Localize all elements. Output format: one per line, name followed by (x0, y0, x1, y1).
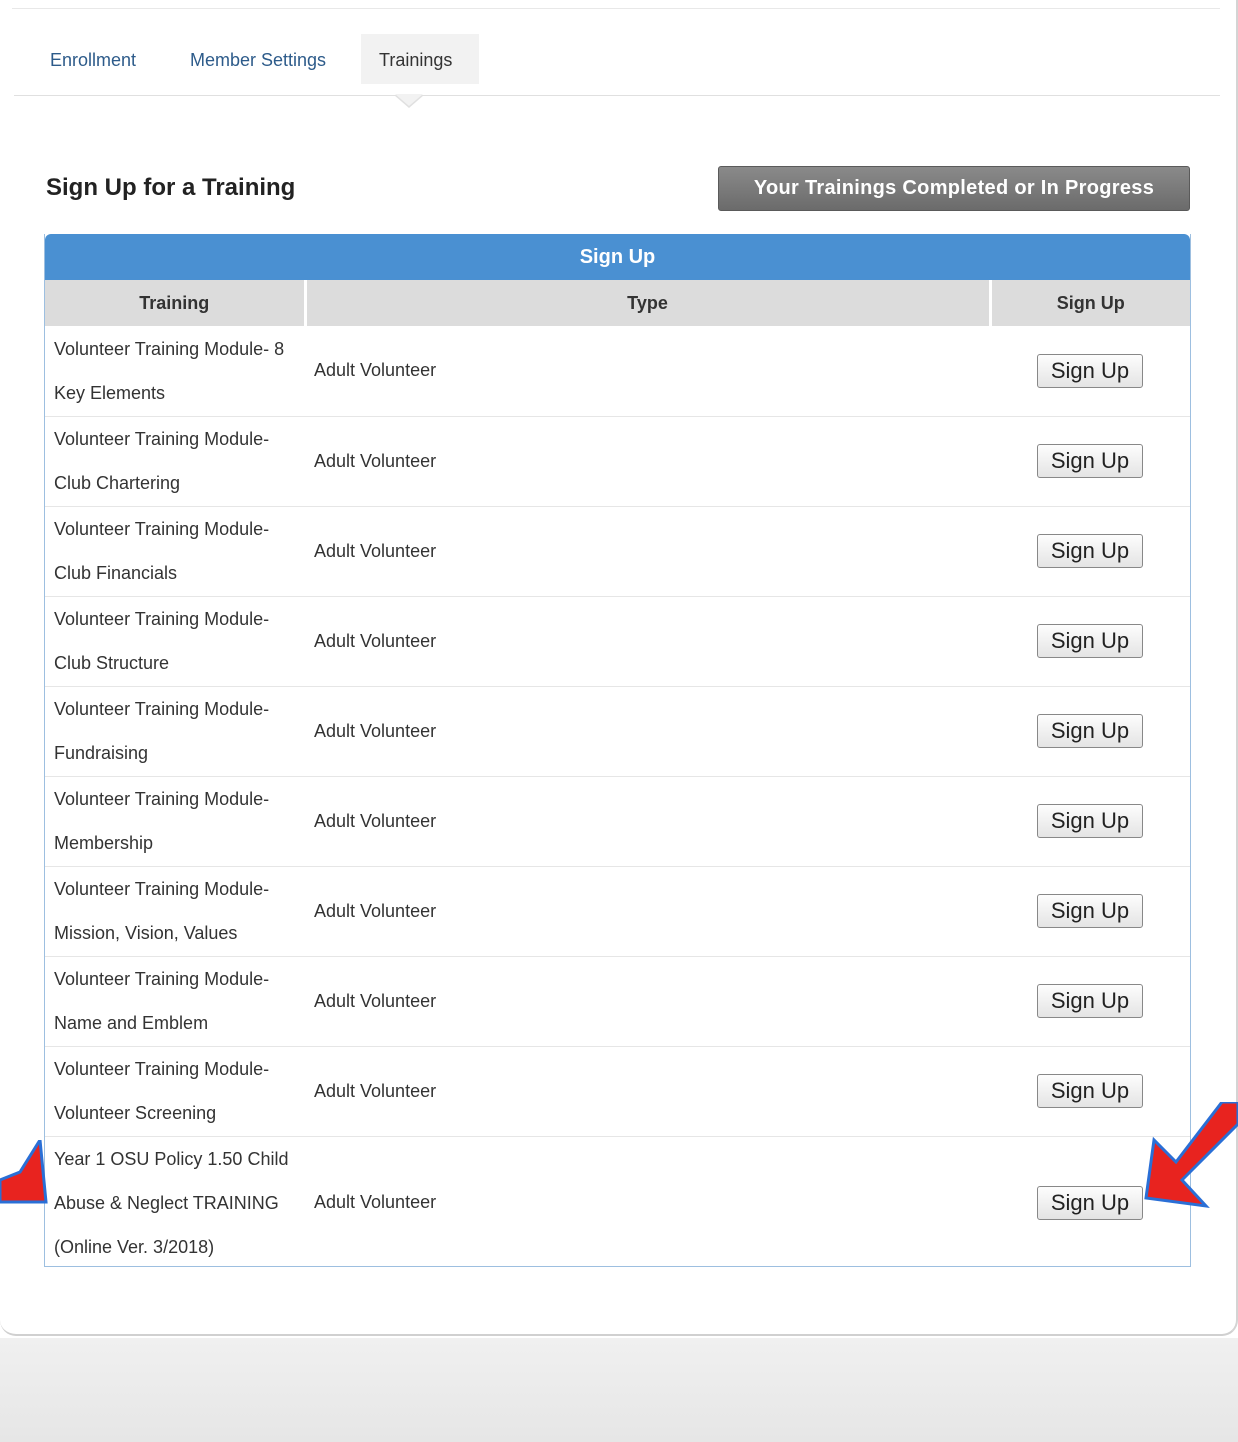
training-name: Volunteer Training Module- Name and Embl… (45, 956, 305, 1047)
sign-up-button[interactable]: Sign Up (1037, 444, 1143, 478)
action-cell: Sign Up (990, 686, 1190, 777)
training-name: Volunteer Training Module- Volunteer Scr… (45, 1046, 305, 1137)
tab-bar: Enrollment Member Settings Trainings (14, 34, 1220, 96)
left-annotation-arrow (0, 1140, 48, 1204)
action-cell: Sign Up (990, 866, 1190, 957)
training-type: Adult Volunteer (305, 686, 990, 777)
trainings-completed-button[interactable]: Your Trainings Completed or In Progress (718, 166, 1190, 211)
trainings-table: Training Type Sign Up Volunteer Training… (45, 280, 1190, 1269)
training-name: Volunteer Training Module- Club Charteri… (45, 416, 305, 507)
table-row: Volunteer Training Module- Club Financia… (45, 506, 1190, 597)
training-type: Adult Volunteer (305, 416, 990, 507)
training-name: Year 1 OSU Policy 1.50 Child Abuse & Neg… (54, 1148, 289, 1257)
action-cell: Sign Up (990, 416, 1190, 507)
left-arrow-shape (0, 1140, 48, 1204)
training-type: Adult Volunteer (305, 596, 990, 687)
training-type: Adult Volunteer (305, 326, 990, 417)
training-name: Volunteer Training Module- Membership (45, 776, 305, 867)
sign-up-button[interactable]: Sign Up (1037, 624, 1143, 658)
table-row: Year 1 OSU Policy 1.50 Child Abuse & Neg… (45, 1136, 1190, 1269)
table-row: Volunteer Training Module- 8 Key Element… (45, 326, 1190, 417)
training-type: Adult Volunteer (305, 506, 990, 597)
sign-up-button[interactable]: Sign Up (1037, 534, 1143, 568)
training-name: Volunteer Training Module- Mission, Visi… (45, 866, 305, 957)
sign-up-button[interactable]: Sign Up (1037, 984, 1143, 1018)
table-caption: Sign Up (45, 234, 1190, 280)
table-row: Volunteer Training Module- Mission, Visi… (45, 866, 1190, 957)
table-row: Volunteer Training Module- Club Charteri… (45, 416, 1190, 507)
column-header-type: Type (305, 280, 992, 326)
sign-up-button[interactable]: Sign Up (1037, 894, 1143, 928)
table-row: Volunteer Training Module- Volunteer Scr… (45, 1046, 1190, 1137)
action-cell: Sign Up (990, 506, 1190, 597)
sign-up-button[interactable]: Sign Up (1037, 1185, 1143, 1220)
tab-enrollment[interactable]: Enrollment (32, 34, 154, 84)
table-row: Volunteer Training Module- Fundraising A… (45, 686, 1190, 777)
action-cell: Sign Up (990, 596, 1190, 687)
action-cell: Sign Up (990, 776, 1190, 867)
page-footer (0, 1338, 1238, 1442)
training-type: Adult Volunteer (305, 956, 990, 1047)
column-header-training: Training (45, 280, 307, 326)
signup-table-container: Sign Up Training Type Sign Up Volunteer … (44, 234, 1191, 1267)
top-divider (12, 8, 1220, 9)
training-name: Volunteer Training Module- Club Structur… (45, 596, 305, 687)
tab-member-settings[interactable]: Member Settings (172, 34, 344, 84)
sign-up-button[interactable]: Sign Up (1037, 353, 1143, 388)
right-annotation-arrow (1144, 1102, 1238, 1209)
sign-up-button[interactable]: Sign Up (1037, 714, 1143, 748)
training-type: Adult Volunteer (305, 866, 990, 957)
training-type: Adult Volunteer (305, 776, 990, 867)
table-header-row: Training Type Sign Up (45, 280, 1190, 326)
right-arrow-shape (1144, 1102, 1238, 1209)
table-row: Volunteer Training Module- Membership Ad… (45, 776, 1190, 867)
table-row: Volunteer Training Module- Name and Embl… (45, 956, 1190, 1047)
training-name: Volunteer Training Module- Fundraising (45, 686, 305, 777)
tab-trainings[interactable]: Trainings (361, 34, 479, 84)
training-type: Adult Volunteer (314, 1192, 437, 1212)
training-name: Volunteer Training Module- 8 Key Element… (45, 326, 305, 417)
page-title: Sign Up for a Training (46, 174, 296, 201)
column-header-sign-up: Sign Up (990, 280, 1190, 326)
sign-up-button[interactable]: Sign Up (1037, 804, 1143, 838)
action-cell: Sign Up (990, 956, 1190, 1047)
sign-up-button[interactable]: Sign Up (1037, 1074, 1143, 1108)
table-row: Volunteer Training Module- Club Structur… (45, 596, 1190, 687)
active-tab-pointer (395, 94, 423, 106)
action-cell: Sign Up (990, 326, 1190, 417)
training-name: Volunteer Training Module- Club Financia… (45, 506, 305, 597)
training-type: Adult Volunteer (305, 1046, 990, 1137)
